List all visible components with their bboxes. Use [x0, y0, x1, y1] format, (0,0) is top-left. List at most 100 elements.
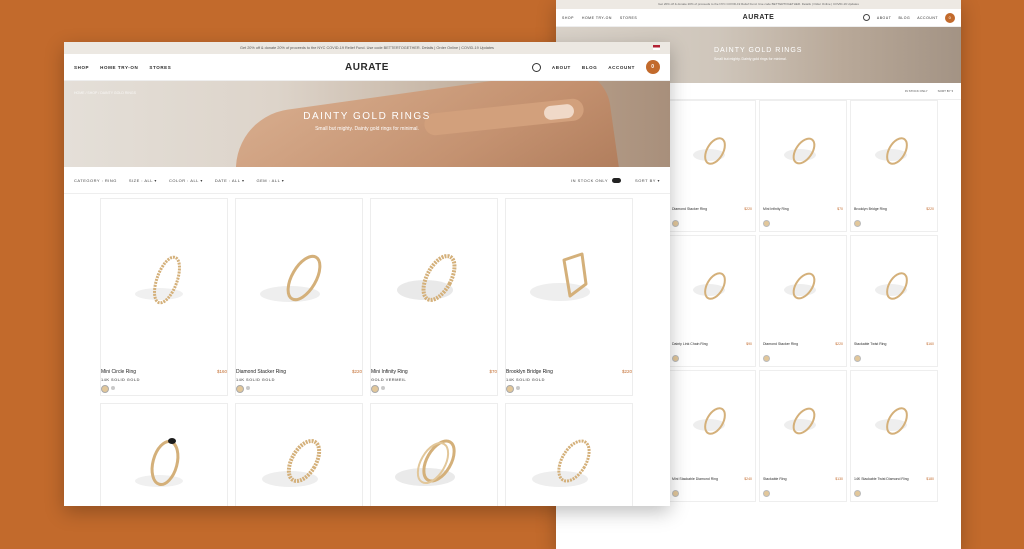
nav-about[interactable]: ABOUT [552, 65, 571, 70]
product-card[interactable]: Diamond Stacker Ring $220 14K SOLID GOLD [235, 198, 363, 396]
ring-image [262, 439, 322, 487]
product-card[interactable] [235, 403, 363, 506]
gold-swatch[interactable] [763, 490, 770, 497]
product-grid: Mini Circle Ring $160 14K SOLID GOLD Dia… [100, 198, 633, 506]
product-price: $220 [621, 369, 632, 374]
product-price: $220 [351, 369, 362, 374]
product-name: Dainty Link Chain Ring [672, 342, 708, 346]
breadcrumb[interactable]: HOME / SHOP / DAINTY GOLD RINGS [74, 91, 136, 95]
product-grid: Diamond Stacker Ring $220 Mini Infinity … [668, 100, 958, 502]
cart-bag-icon[interactable]: 0 [646, 60, 660, 74]
promo-bar: Get 20% off & donate 20% of proceeds to … [556, 0, 961, 9]
silver-swatch[interactable] [111, 386, 115, 390]
us-flag-icon[interactable] [653, 45, 660, 50]
nav-blog[interactable]: BLOG [582, 65, 597, 70]
product-price: $220 [835, 342, 843, 346]
product-card[interactable]: Brooklyn Bridge Ring $220 14K SOLID GOLD [505, 198, 633, 396]
gold-swatch[interactable] [672, 220, 679, 227]
product-card[interactable]: Mini Circle Ring $160 14K SOLID GOLD [100, 198, 228, 396]
product-name[interactable]: Mini Circle Ring [101, 369, 136, 375]
gold-swatch[interactable] [763, 355, 770, 362]
hero-title: DAINTY GOLD RINGS [714, 47, 803, 54]
top-nav: SHOP HOME TRY-ON STORES AURATE ABOUT BLO… [64, 54, 670, 81]
ring-image [784, 407, 816, 435]
product-name: Brooklyn Bridge Ring [854, 207, 887, 211]
in-stock-toggle[interactable] [612, 177, 622, 183]
ring-image [693, 137, 726, 165]
ring-image [135, 438, 183, 487]
silver-swatch[interactable] [381, 386, 385, 390]
gold-swatch[interactable] [236, 385, 244, 393]
ring-image [693, 407, 726, 435]
filter-color[interactable]: COLOR : ALL ▾ [169, 178, 203, 183]
gold-swatch[interactable] [371, 385, 379, 393]
product-card[interactable]: Mini Infinity Ring $70 GOLD VERMEIL [370, 198, 498, 396]
in-stock-filter[interactable]: IN STOCK ONLY [571, 177, 622, 183]
ring-image [875, 407, 908, 435]
product-name: Diamond Stacker Ring [763, 342, 799, 346]
gold-swatch[interactable] [506, 385, 514, 393]
product-price: $240 [744, 477, 752, 481]
filter-date[interactable]: DATE : ALL ▾ [215, 178, 245, 183]
nav-home-try-on[interactable]: HOME TRY-ON [100, 65, 138, 70]
in-stock-label[interactable]: IN STOCK ONLY [905, 89, 928, 93]
product-name[interactable]: Mini Infinity Ring [371, 369, 408, 375]
product-card[interactable]: 14K Stackable Twist Diamond Ring $180 [850, 370, 938, 502]
product-card[interactable]: Mini Stackable Diamond Ring $240 [668, 370, 756, 502]
sort-by-dropdown[interactable]: SORT BY ▾ [635, 178, 660, 183]
product-card[interactable] [505, 403, 633, 506]
hero-title: DAINTY GOLD RINGS [303, 111, 431, 122]
gold-swatch[interactable] [854, 355, 861, 362]
gold-swatch[interactable] [672, 490, 679, 497]
ring-image [532, 439, 591, 487]
hero-subtitle: Small but mighty. Dainty gold rings for … [714, 57, 787, 61]
hero-banner: HOME / SHOP / DAINTY GOLD RINGS DAINTY G… [64, 81, 670, 167]
product-name[interactable]: Brooklyn Bridge Ring [506, 369, 553, 375]
gold-swatch[interactable] [854, 490, 861, 497]
product-name[interactable]: Diamond Stacker Ring [236, 369, 286, 375]
filter-category[interactable]: CATEGORY : RING [74, 178, 117, 183]
ring-image [260, 254, 322, 302]
nav-stores[interactable]: STORES [149, 65, 171, 70]
filter-gem[interactable]: GEM : ALL ▾ [256, 178, 284, 183]
gold-swatch[interactable] [672, 355, 679, 362]
nav-account[interactable]: ACCOUNT [608, 65, 635, 70]
product-name: Mini Stackable Diamond Ring [672, 477, 718, 481]
nav-shop[interactable]: SHOP [74, 65, 89, 70]
product-card[interactable]: Brooklyn Bridge Ring $220 [850, 100, 938, 232]
product-metal: 14K SOLID GOLD [101, 377, 140, 382]
ring-image [693, 272, 726, 300]
ring-image [397, 254, 457, 302]
promo-text: Get 20% off & donate 20% of proceeds to … [240, 46, 494, 50]
gold-swatch[interactable] [101, 385, 109, 393]
product-price: $160 [216, 369, 227, 374]
filter-size[interactable]: SIZE : ALL ▾ [129, 178, 157, 183]
product-card[interactable] [370, 403, 498, 506]
silver-swatch[interactable] [246, 386, 250, 390]
silver-swatch[interactable] [516, 386, 520, 390]
in-stock-label: IN STOCK ONLY [571, 177, 609, 183]
product-name: Diamond Stacker Ring [672, 207, 708, 211]
ring-image [530, 252, 590, 301]
product-price: $70 [489, 369, 497, 374]
product-card[interactable]: Stackable Ring $130 [759, 370, 847, 502]
gold-swatch[interactable] [763, 220, 770, 227]
product-name: 14K Stackable Twist Diamond Ring [854, 477, 909, 481]
product-price: $220 [744, 207, 752, 211]
product-metal: GOLD VERMEIL [371, 377, 407, 382]
product-card[interactable]: Stackable Twist Ring $160 [850, 235, 938, 367]
ring-image [784, 272, 816, 300]
product-card[interactable]: Dainty Link Chain Ring $90 [668, 235, 756, 367]
search-icon[interactable] [531, 62, 541, 72]
product-card[interactable] [100, 403, 228, 506]
product-card[interactable]: Diamond Stacker Ring $220 [668, 100, 756, 232]
product-card[interactable]: Mini Infinity Ring $70 [759, 100, 847, 232]
product-price: $90 [746, 342, 752, 346]
brand-logo[interactable]: AURATE [556, 14, 961, 21]
sort-by[interactable]: SORT BY ▾ [938, 89, 953, 93]
ring-image [875, 137, 908, 165]
ring-image [135, 255, 183, 305]
product-metal: 14K SOLID GOLD [506, 377, 545, 382]
product-card[interactable]: Diamond Stacker Ring $220 [759, 235, 847, 367]
gold-swatch[interactable] [854, 220, 861, 227]
